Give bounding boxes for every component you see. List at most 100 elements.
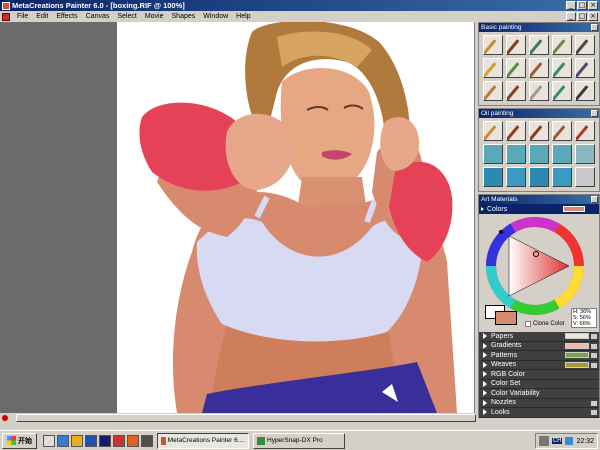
folder-icon[interactable] xyxy=(71,434,83,447)
clock[interactable]: 22:32 xyxy=(576,438,594,445)
colors-section-header[interactable]: Colors xyxy=(479,204,599,214)
row-toggle-icon[interactable] xyxy=(591,334,597,339)
oil-brush-5[interactable] xyxy=(575,121,595,141)
brush-effects-tool[interactable] xyxy=(575,58,595,78)
maximize-button[interactable]: □ xyxy=(577,1,587,10)
oil-brush-3[interactable] xyxy=(529,121,549,141)
oil-texture-4[interactable] xyxy=(552,144,572,164)
doc-minimize-button[interactable]: _ xyxy=(566,12,576,21)
material-row-gradients[interactable]: Gradients xyxy=(479,342,599,351)
row-toggle-icon[interactable] xyxy=(591,410,597,415)
oil-brush-4[interactable] xyxy=(552,121,572,141)
oil-texture-3[interactable] xyxy=(529,144,549,164)
brush-wet-tool[interactable] xyxy=(552,58,572,78)
menu-select[interactable]: Select xyxy=(113,13,140,20)
material-row-color-variability[interactable]: Color Variability xyxy=(479,389,599,399)
horizontal-scrollbar[interactable] xyxy=(0,413,478,423)
menu-help[interactable]: Help xyxy=(232,13,254,20)
task-label: MetaCreations Painter 6.... xyxy=(167,437,245,444)
menu-effects[interactable]: Effects xyxy=(52,13,81,20)
row-toggle-icon[interactable] xyxy=(591,343,597,349)
brush-nozzle-tool[interactable] xyxy=(575,35,595,55)
app-icon[interactable] xyxy=(99,434,111,447)
patterns-preview xyxy=(565,352,589,358)
media-icon[interactable] xyxy=(113,434,125,447)
material-row-weaves[interactable]: Weaves xyxy=(479,361,599,370)
brush-water-tool[interactable] xyxy=(552,81,572,101)
oil-brush-2[interactable] xyxy=(506,121,526,141)
row-toggle-icon[interactable] xyxy=(591,362,597,368)
brush-eraser-tool[interactable] xyxy=(529,81,549,101)
menu-shapes[interactable]: Shapes xyxy=(168,13,200,20)
brush-dry-tool[interactable] xyxy=(529,58,549,78)
basic-painting-label: Basic painting xyxy=(481,24,522,31)
material-row-nozzles[interactable]: Nozzles xyxy=(479,399,599,408)
oil-blob-3[interactable] xyxy=(529,167,549,187)
minimize-button[interactable]: _ xyxy=(566,1,576,10)
brush-crayon-tool[interactable] xyxy=(506,58,526,78)
brush-airbrush-tool[interactable] xyxy=(529,35,549,55)
oil-blob-2[interactable] xyxy=(506,167,526,187)
oil-blob-4[interactable] xyxy=(552,167,572,187)
material-row-patterns[interactable]: Patterns xyxy=(479,351,599,361)
oil-brush-1[interactable] xyxy=(483,121,503,141)
keyboard-icon[interactable] xyxy=(538,436,549,446)
material-row-color-set[interactable]: Color Set xyxy=(479,380,599,389)
show-desktop-icon[interactable] xyxy=(43,434,55,447)
material-row-looks[interactable]: Looks xyxy=(479,408,599,418)
menu-canvas[interactable]: Canvas xyxy=(82,13,114,20)
doc-restore-button[interactable]: □ xyxy=(577,12,587,21)
palette-close-button[interactable] xyxy=(591,196,598,203)
windows-logo-icon xyxy=(7,436,16,445)
taskbar-painter[interactable]: MetaCreations Painter 6.... xyxy=(157,432,249,449)
brush-cloner-tool[interactable] xyxy=(506,81,526,101)
doc-close-button[interactable]: × xyxy=(588,12,598,21)
oil-texture-2[interactable] xyxy=(506,144,526,164)
color-picker[interactable]: Clone Color H: 36% S: 56% V: 66% xyxy=(479,214,599,332)
browser-icon[interactable] xyxy=(57,434,69,447)
material-row-papers[interactable]: Papers xyxy=(479,332,599,342)
material-label: Color Variability xyxy=(491,389,540,397)
painting-canvas[interactable] xyxy=(117,22,474,413)
painter-icon xyxy=(161,436,166,445)
brush-image-hose-tool[interactable] xyxy=(575,81,595,101)
art-materials-label: Art Materials xyxy=(481,196,518,203)
hsv-readout: H: 36% S: 56% V: 66% xyxy=(571,308,597,328)
close-button[interactable]: × xyxy=(588,1,598,10)
materials-list: Papers Gradients Patterns Weaves RGB Col… xyxy=(479,332,599,418)
menu-file[interactable]: File xyxy=(13,13,32,20)
material-row-rgb-color[interactable]: RGB Color xyxy=(479,370,599,380)
oil-blob-1[interactable] xyxy=(483,167,503,187)
brush-paint-tool[interactable] xyxy=(506,35,526,55)
menu-window[interactable]: Window xyxy=(199,13,232,20)
oil-texture-5[interactable] xyxy=(575,144,595,164)
utility-icon[interactable] xyxy=(141,434,153,447)
brush-pencil-tool[interactable] xyxy=(483,35,503,55)
menu-movie[interactable]: Movie xyxy=(141,13,168,20)
palette-close-button[interactable] xyxy=(591,110,598,117)
brush-liquid-tool[interactable] xyxy=(483,81,503,101)
oil-texture-1[interactable] xyxy=(483,144,503,164)
expand-icon xyxy=(483,390,487,397)
painter-app-icon[interactable] xyxy=(2,1,10,10)
menu-edit[interactable]: Edit xyxy=(32,13,52,20)
clone-color-checkbox[interactable] xyxy=(525,321,531,327)
row-toggle-icon[interactable] xyxy=(591,400,597,406)
taskbar-hypersnap[interactable]: HyperSnap-DX Pro xyxy=(253,432,345,449)
word-icon[interactable] xyxy=(85,434,97,447)
oil-blob-5[interactable] xyxy=(575,167,595,187)
document-icon[interactable] xyxy=(2,12,10,21)
language-indicator[interactable]: CH xyxy=(551,438,563,444)
palette-close-button[interactable] xyxy=(591,24,598,31)
network-icon[interactable] xyxy=(565,437,574,445)
scrollbar-track[interactable] xyxy=(16,414,476,422)
brush-blender-tool[interactable] xyxy=(552,35,572,55)
expand-icon xyxy=(483,333,487,340)
row-toggle-icon[interactable] xyxy=(591,353,597,358)
brush-chalk-tool[interactable] xyxy=(483,58,503,78)
clone-color-option[interactable]: Clone Color xyxy=(525,321,565,327)
primary-color[interactable] xyxy=(495,311,517,325)
start-button[interactable]: 开始 xyxy=(2,432,37,449)
oil-painting-palette: Oil painting xyxy=(478,108,600,192)
tool-icon[interactable] xyxy=(127,434,139,447)
